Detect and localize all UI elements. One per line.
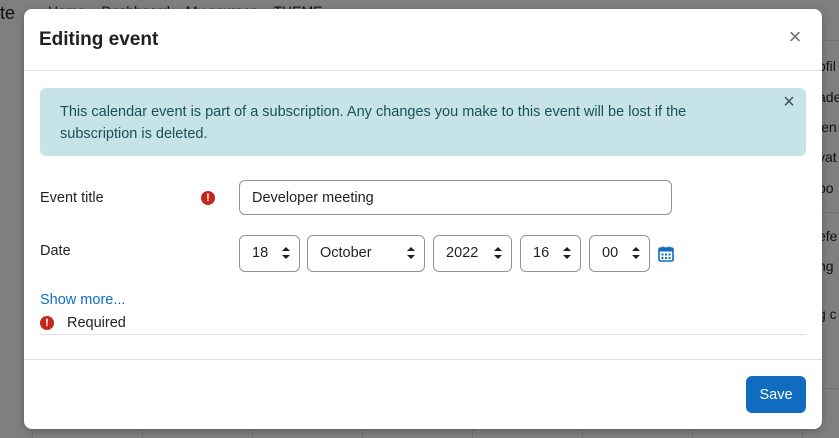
sort-caret-icon xyxy=(563,247,571,259)
form-divider xyxy=(40,334,806,335)
year-value: 2022 xyxy=(446,245,479,261)
alert-close-icon[interactable]: × xyxy=(780,92,798,112)
exclamation-circle-icon: ! xyxy=(201,191,215,205)
calendar-icon[interactable] xyxy=(658,246,674,262)
sort-caret-icon xyxy=(632,247,640,259)
hour-value: 16 xyxy=(533,245,550,261)
exclamation-circle-icon: ! xyxy=(40,316,54,330)
required-legend: Required xyxy=(67,315,126,331)
day-select[interactable]: 18 xyxy=(239,235,300,272)
minute-select[interactable]: 00 xyxy=(589,235,650,272)
event-title-label: Event title xyxy=(40,190,104,206)
close-icon[interactable]: × xyxy=(786,26,804,48)
month-select[interactable]: October xyxy=(307,235,425,272)
editing-event-modal: Editing event × This calendar event is p… xyxy=(24,9,822,429)
sort-caret-icon xyxy=(282,247,290,259)
event-title-input[interactable] xyxy=(239,180,672,215)
subscription-alert: This calendar event is part of a subscri… xyxy=(40,88,806,156)
date-label: Date xyxy=(40,243,71,259)
modal-header: Editing event × xyxy=(24,9,822,71)
minute-value: 00 xyxy=(602,245,619,261)
year-select[interactable]: 2022 xyxy=(433,235,512,272)
modal-footer-divider xyxy=(24,359,822,360)
modal-title: Editing event xyxy=(39,29,159,50)
save-button[interactable]: Save xyxy=(746,376,806,413)
sort-caret-icon xyxy=(494,247,502,259)
sort-caret-icon xyxy=(407,247,415,259)
day-value: 18 xyxy=(252,245,269,261)
month-value: October xyxy=(320,245,372,261)
hour-select[interactable]: 16 xyxy=(520,235,581,272)
alert-text: This calendar event is part of a subscri… xyxy=(60,104,687,142)
show-more-link[interactable]: Show more... xyxy=(40,292,125,308)
